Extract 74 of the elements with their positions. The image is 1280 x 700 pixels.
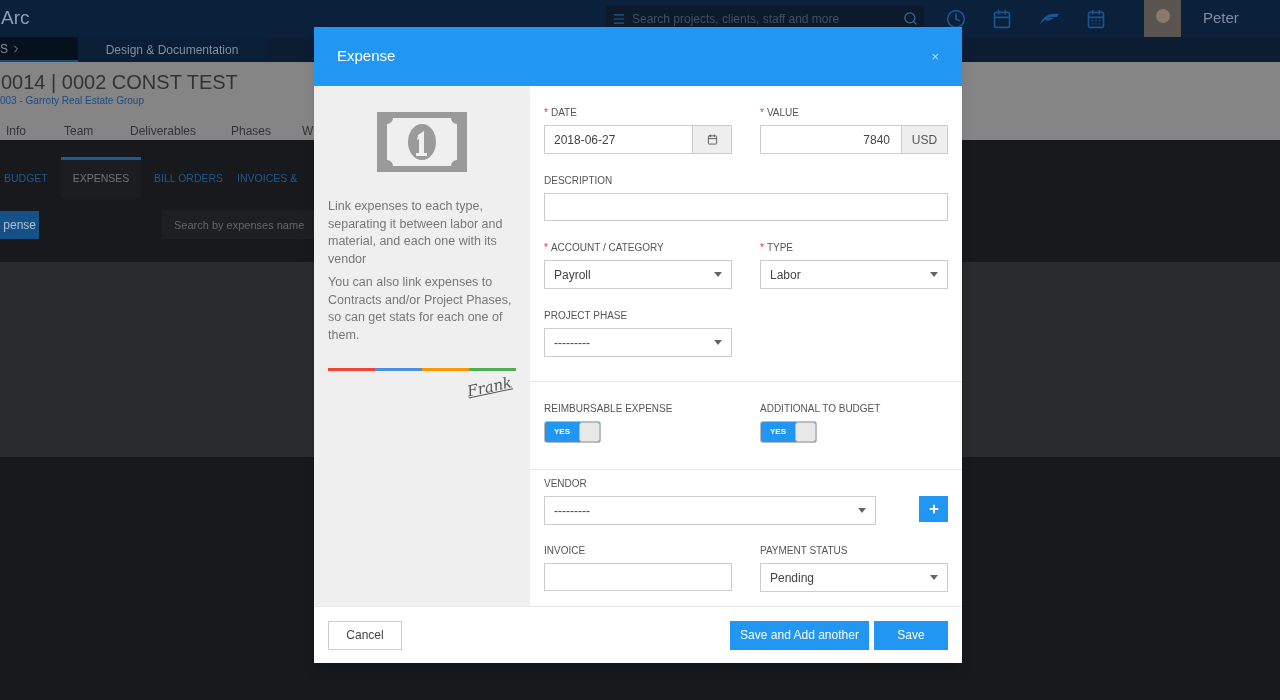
- field-label: PROJECT PHASE: [544, 310, 628, 322]
- select-field[interactable]: Labor: [760, 260, 948, 289]
- required-mark: *: [760, 242, 764, 254]
- caret-icon: [930, 272, 938, 277]
- toggle-knob: [579, 422, 600, 442]
- wing-icon[interactable]: [1038, 11, 1060, 26]
- select-field[interactable]: Payroll: [544, 260, 732, 289]
- field-label: INVOICE: [544, 545, 586, 557]
- input-field[interactable]: [544, 563, 732, 591]
- toggle-switch[interactable]: YES: [544, 421, 601, 443]
- project-tab[interactable]: Team: [64, 122, 130, 140]
- signature: Frank: [464, 372, 514, 403]
- required-mark: *: [760, 107, 764, 119]
- field-label: VENDOR: [544, 478, 587, 490]
- save-button[interactable]: Save: [874, 620, 948, 650]
- caret-icon: [930, 575, 938, 580]
- currency-addon: USD: [901, 126, 947, 153]
- field-label: PAYMENT STATUS: [760, 545, 848, 557]
- select-field[interactable]: ---------: [544, 496, 876, 525]
- add-expense-button[interactable]: pense: [0, 210, 39, 239]
- caret-icon: [714, 272, 722, 277]
- section-tab[interactable]: EXPENSES: [61, 157, 141, 198]
- calendar-button[interactable]: [692, 126, 731, 153]
- field-label: DATE: [550, 107, 577, 119]
- date-value: 2018-06-27: [553, 131, 617, 149]
- select-field[interactable]: ---------: [544, 328, 732, 357]
- toggle-knob: [795, 422, 816, 442]
- clock-icon[interactable]: [946, 8, 966, 29]
- section-tab[interactable]: BUDGET: [0, 157, 61, 198]
- project-tab[interactable]: Deliverables: [130, 122, 231, 140]
- avatar[interactable]: [1144, 0, 1181, 37]
- info-text: You can also link expenses to Contracts and/or Project Phases, so can get stats for each one of them.: [328, 274, 513, 344]
- add-vendor-button[interactable]: [919, 496, 948, 522]
- select-value: Labor: [770, 266, 801, 284]
- calendar-icon[interactable]: [1086, 8, 1106, 29]
- project-tab[interactable]: Info: [6, 122, 64, 140]
- field-label: ADDITIONAL TO BUDGET: [760, 403, 882, 415]
- info-text: Link expenses to each type, separating it between labor and material, and each one with its vendor: [328, 198, 504, 268]
- plus-icon: [927, 503, 940, 515]
- app-name: Arc: [1, 6, 31, 31]
- section-tab[interactable]: INVOICES &: [224, 157, 299, 198]
- select-value: ---------: [554, 502, 590, 520]
- banknote-icon: [377, 112, 467, 172]
- user-name[interactable]: Peter: [1203, 7, 1239, 30]
- section-tab[interactable]: BILL ORDERS: [141, 157, 225, 198]
- field-label: TYPE: [766, 242, 794, 254]
- field-label: DESCRIPTION: [544, 175, 613, 187]
- required-mark: *: [544, 107, 548, 119]
- field-label: REIMBURSABLE EXPENSE: [544, 403, 674, 415]
- select-field[interactable]: Pending: [760, 563, 948, 592]
- select-value: ---------: [554, 334, 590, 352]
- dialog-title: Expense: [337, 46, 396, 67]
- search-icon[interactable]: [903, 11, 918, 26]
- date-field[interactable]: 2018-06-27: [544, 125, 732, 154]
- save-and-add-button[interactable]: Save and Add another: [730, 620, 869, 650]
- required-mark: *: [544, 242, 548, 254]
- project-tab[interactable]: Phases: [231, 122, 302, 140]
- cancel-button[interactable]: Cancel: [328, 620, 402, 650]
- menu-icon[interactable]: [612, 11, 626, 26]
- select-value: Pending: [770, 569, 815, 587]
- caret-icon: [858, 508, 866, 513]
- breadcrumb-item[interactable]: S: [0, 37, 78, 62]
- caret-icon: [714, 340, 722, 345]
- calendar-icon: [706, 134, 718, 145]
- project-title: 0014 | 0002 CONST TEST: [1, 70, 239, 94]
- select-value: Payroll: [554, 266, 591, 284]
- value-amount: 7840: [862, 131, 891, 149]
- calendar-icon[interactable]: [992, 8, 1012, 29]
- value-field[interactable]: 7840 USD: [760, 125, 948, 154]
- toggle-switch[interactable]: YES: [760, 421, 817, 443]
- input-field[interactable]: [544, 193, 948, 221]
- field-label: VALUE: [766, 107, 799, 119]
- field-label: ACCOUNT / CATEGORY: [550, 242, 664, 254]
- close-button[interactable]: ×: [931, 46, 939, 67]
